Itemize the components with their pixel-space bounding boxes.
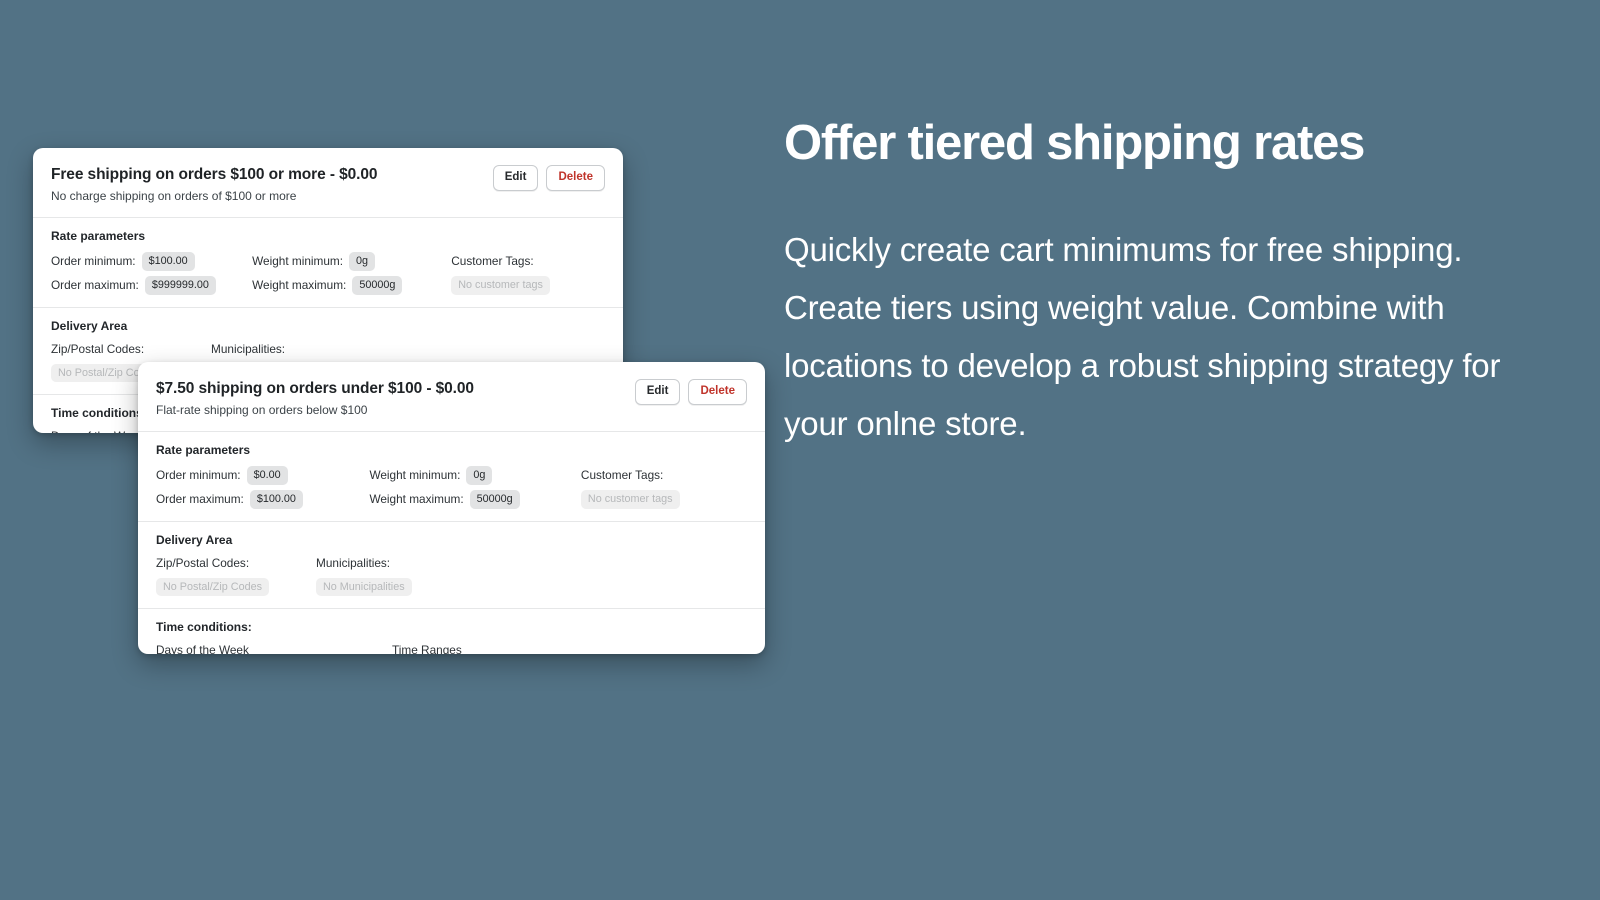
edit-button[interactable]: Edit — [492, 165, 539, 191]
weight-maximum-value: 50000g — [352, 275, 403, 295]
weight-minimum-field: Weight minimum: 0g — [369, 466, 513, 485]
card-subtitle: Flat-rate shipping on orders below $100 — [156, 403, 368, 417]
order-maximum-label: Order maximum: — [51, 278, 139, 293]
weight-minimum-field: Weight minimum: 0g — [252, 252, 396, 271]
card-subtitle: No charge shipping on orders of $100 or … — [51, 189, 297, 203]
order-minimum-label: Order minimum: — [156, 468, 241, 483]
order-minimum-field: Order minimum: $100.00 — [51, 252, 197, 271]
time-ranges-field: Time Ranges 00:00 to 23:59 — [392, 643, 747, 654]
delete-button[interactable]: Delete — [546, 165, 605, 191]
weight-minimum-value: 0g — [466, 466, 493, 485]
customer-tags-value-field: No customer tags — [580, 489, 747, 509]
order-maximum-value: $999999.00 — [144, 275, 216, 295]
municipalities-label: Municipalities: — [316, 555, 391, 570]
rate-parameters-grid: Order minimum: $100.00 Weight minimum: 0… — [51, 252, 605, 295]
rate-parameters-section: Rate parameters Order minimum: $100.00 W… — [33, 218, 623, 307]
customer-tags-field: Customer Tags: — [581, 468, 747, 482]
customer-tags-empty-chip: No customer tags — [580, 489, 680, 509]
section-heading: Time conditions: — [156, 620, 252, 635]
zip-codes-label: Zip/Postal Codes: — [156, 555, 250, 570]
card-header: Free shipping on orders $100 or more - $… — [33, 148, 623, 217]
days-of-week-field: Days of the Week Sunday Monday Tuesday W… — [156, 643, 392, 654]
section-heading: Rate parameters — [156, 443, 251, 457]
order-minimum-label: Order minimum: — [51, 254, 136, 269]
customer-tags-label: Customer Tags: — [580, 468, 664, 483]
order-minimum-value: $100.00 — [141, 252, 195, 271]
customer-tags-value-field: No customer tags — [451, 275, 605, 295]
weight-maximum-label: Weight maximum: — [252, 278, 347, 293]
section-heading: Delivery Area — [156, 532, 233, 547]
weight-maximum-value: 50000g — [469, 489, 520, 509]
section-heading: Delivery Area — [51, 318, 128, 333]
promo-body: Quickly create cart minimums for free sh… — [784, 231, 1501, 442]
customer-tags-label: Customer Tags: — [451, 254, 534, 269]
weight-maximum-field: Weight maximum: 50000g — [252, 275, 403, 295]
weight-maximum-field: Weight maximum: 50000g — [369, 489, 520, 509]
order-maximum-value: $100.00 — [249, 489, 303, 509]
time-ranges-label: Time Ranges — [392, 643, 462, 654]
weight-maximum-label: Weight maximum: — [369, 492, 464, 507]
customer-tags-empty-chip: No customer tags — [451, 275, 550, 295]
customer-tags-field: Customer Tags: — [451, 254, 605, 268]
zip-codes-label: Zip/Postal Codes: — [51, 341, 145, 356]
rate-parameters-grid: Order minimum: $0.00 Weight minimum: 0g … — [156, 466, 747, 509]
days-of-week-label: Days of the Week — [156, 643, 249, 654]
zip-codes-field: Zip/Postal Codes: No Postal/Zip Codes — [156, 556, 316, 597]
zip-codes-empty-chip: No Postal/Zip Codes — [156, 577, 270, 597]
weight-minimum-label: Weight minimum: — [369, 468, 461, 483]
weight-minimum-value: 0g — [349, 252, 376, 271]
order-minimum-field: Order minimum: $0.00 — [156, 466, 302, 485]
promo-panel: Offer tiered shipping rates Quickly crea… — [784, 116, 1544, 452]
promo-title: Offer tiered shipping rates — [784, 116, 1365, 170]
rate-parameters-section: Rate parameters Order minimum: $0.00 Wei… — [138, 432, 765, 521]
delete-button[interactable]: Delete — [688, 379, 747, 405]
order-maximum-field: Order maximum: $999999.00 — [51, 275, 216, 295]
time-conditions-grid: Days of the Week Sunday Monday Tuesday W… — [156, 643, 747, 654]
delivery-area-section: Delivery Area Zip/Postal Codes: No Posta… — [138, 522, 765, 609]
municipalities-label: Municipalities: — [211, 341, 286, 356]
time-conditions-section: Time conditions: Days of the Week Sunday… — [138, 609, 765, 654]
card-header: $7.50 shipping on orders under $100 - $0… — [138, 362, 765, 431]
municipalities-empty-chip: No Municipalities — [316, 577, 412, 597]
section-heading: Rate parameters — [51, 229, 146, 243]
order-maximum-field: Order maximum: $100.00 — [156, 489, 303, 509]
delivery-area-grid: Zip/Postal Codes: No Postal/Zip Codes Mu… — [156, 556, 747, 597]
weight-minimum-label: Weight minimum: — [252, 254, 344, 269]
edit-button[interactable]: Edit — [634, 379, 681, 405]
shipping-rate-card-flat-rate[interactable]: $7.50 shipping on orders under $100 - $0… — [138, 362, 765, 654]
card-actions: Edit Delete — [492, 165, 605, 191]
order-maximum-label: Order maximum: — [156, 492, 244, 507]
card-actions: Edit Delete — [634, 379, 747, 405]
municipalities-field: Municipalities: No Municipalities — [316, 556, 747, 597]
order-minimum-value: $0.00 — [246, 466, 288, 485]
